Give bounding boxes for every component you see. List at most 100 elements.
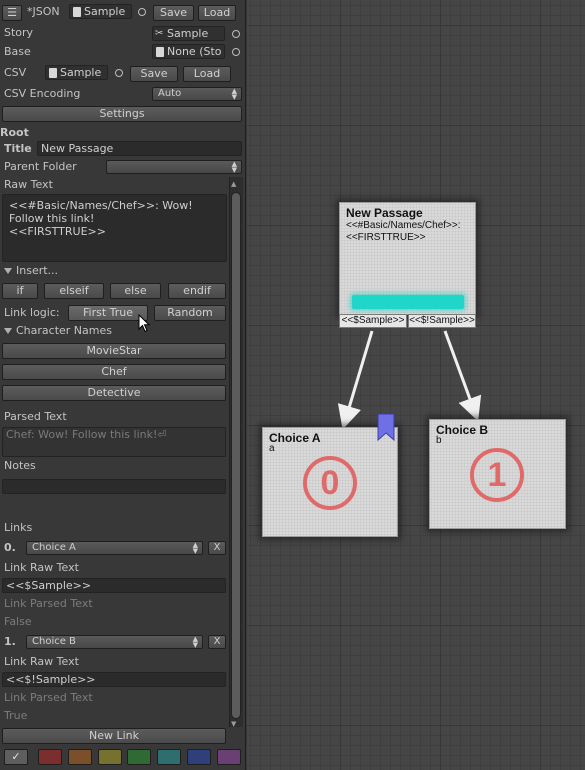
title-label: Title xyxy=(4,142,32,155)
passage-progress-bar xyxy=(352,295,464,309)
csv-object-field[interactable]: Sample xyxy=(45,65,108,80)
parent-folder-dropdown[interactable]: ▲ ▼ xyxy=(106,160,242,174)
scroll-down-icon[interactable]: ▼ xyxy=(231,720,236,728)
insert-label: Insert... xyxy=(16,264,59,277)
base-label: Base xyxy=(4,45,31,58)
insert-if-button[interactable]: if xyxy=(2,283,38,299)
character-names-label: Character Names xyxy=(16,324,112,337)
link-index: 1. xyxy=(4,635,16,648)
link-logic-first-true-button[interactable]: First True xyxy=(68,305,148,321)
csv-load-button[interactable]: Load xyxy=(183,66,231,82)
story-picker-icon[interactable] xyxy=(232,30,240,38)
link-arrow-b xyxy=(443,330,482,422)
csv-object-value: Sample xyxy=(60,66,102,79)
passage-node-title: New Passage xyxy=(346,206,423,220)
json-object-field[interactable]: Sample xyxy=(69,4,132,19)
scissors-icon: ✂ xyxy=(155,28,164,39)
link-1-target-dropdown[interactable]: Choice B ▲ ▼ xyxy=(26,635,203,649)
insert-foldout[interactable]: Insert... xyxy=(4,264,58,277)
csv-encoding-label: CSV Encoding xyxy=(4,87,81,100)
passage-link-a[interactable]: <<$Sample>> xyxy=(339,314,407,328)
json-save-button[interactable]: Save xyxy=(153,5,194,21)
check-icon: ✓ xyxy=(11,750,21,763)
csv-encoding-dropdown[interactable]: Auto ▲ ▼ xyxy=(152,87,242,101)
raw-text-line: <<#Basic/Names/Chef>>: Wow! xyxy=(9,199,193,212)
updown-arrow-icon: ▲ ▼ xyxy=(231,160,237,174)
document-icon xyxy=(73,7,81,17)
notes-label: Notes xyxy=(4,459,36,472)
insert-endif-button[interactable]: endif xyxy=(168,283,226,299)
color-swatch-red[interactable] xyxy=(38,749,62,765)
link-logic-random-button[interactable]: Random xyxy=(154,305,226,321)
choice-b-index-badge: 1 xyxy=(470,448,524,502)
menu-button[interactable]: ☰ xyxy=(2,5,22,21)
link-0-raw-text-label: Link Raw Text xyxy=(4,561,79,574)
choice-a-index-badge: 0 xyxy=(303,456,357,510)
scrollbar-thumb[interactable] xyxy=(231,192,241,719)
story-field[interactable]: ✂ Sample xyxy=(152,26,225,41)
base-picker-icon[interactable] xyxy=(232,48,240,56)
link-1-remove-button[interactable]: X xyxy=(208,635,226,649)
choice-a-node[interactable]: Choice A a 0 xyxy=(262,414,398,537)
foldout-arrow-icon xyxy=(4,268,12,274)
root-label: Root xyxy=(0,126,29,139)
link-0-target-dropdown[interactable]: Choice A ▲ ▼ xyxy=(26,541,203,555)
updown-arrow-icon: ▲ ▼ xyxy=(192,635,198,649)
csv-picker-icon[interactable] xyxy=(115,69,123,77)
color-swatch-orange[interactable] xyxy=(68,749,92,765)
color-swatch-yellow[interactable] xyxy=(98,749,122,765)
raw-text-label: Raw Text xyxy=(4,178,53,191)
csv-save-button[interactable]: Save xyxy=(130,66,178,82)
choice-a-title: Choice A xyxy=(269,431,321,445)
new-link-button[interactable]: New Link xyxy=(2,728,226,744)
color-swatch-green[interactable] xyxy=(127,749,151,765)
choice-a-subtitle: a xyxy=(269,443,275,454)
choice-b-node[interactable]: Choice B b 1 xyxy=(429,419,566,529)
story-label: Story xyxy=(4,26,34,39)
title-input[interactable]: New Passage xyxy=(37,141,242,156)
passage-node[interactable]: New Passage <<#Basic/Names/Chef>>: <<FIR… xyxy=(339,202,476,315)
base-field[interactable]: None (Sto xyxy=(152,44,225,59)
link-arrow-a xyxy=(337,330,374,430)
choice-b-subtitle: b xyxy=(436,435,442,446)
raw-text-area[interactable]: <<#Basic/Names/Chef>>: Wow! Follow this … xyxy=(2,194,227,262)
mouse-cursor-icon xyxy=(138,314,151,333)
json-load-button[interactable]: Load xyxy=(198,5,236,21)
character-moviestar-button[interactable]: MovieStar xyxy=(2,343,226,359)
foldout-arrow-icon xyxy=(4,328,12,334)
passage-link-b[interactable]: <<$!Sample>> xyxy=(408,314,476,328)
settings-button[interactable]: Settings xyxy=(2,106,242,122)
link-0-parsed-text-label: Link Parsed Text xyxy=(4,597,93,610)
link-0-remove-button[interactable]: X xyxy=(208,541,226,555)
link-index: 0. xyxy=(4,541,16,554)
updown-arrow-icon: ▲ ▼ xyxy=(192,541,198,555)
insert-else-button[interactable]: else xyxy=(110,283,161,299)
color-swatch-default[interactable]: ✓ xyxy=(4,749,28,765)
scroll-up-icon[interactable]: ▲ xyxy=(231,180,236,188)
insert-elseif-button[interactable]: elseif xyxy=(44,283,104,299)
color-swatch-purple[interactable] xyxy=(217,749,241,765)
passage-node-line: <<FIRSTTRUE>> xyxy=(346,232,426,243)
parsed-text-label: Parsed Text xyxy=(4,410,67,423)
links-label: Links xyxy=(4,521,33,534)
link-1-parsed-text-label: Link Parsed Text xyxy=(4,691,93,704)
link-0-raw-text-input[interactable]: <<$Sample>> xyxy=(2,578,226,593)
link-1-target-value: Choice B xyxy=(32,636,76,647)
color-swatch-blue[interactable] xyxy=(187,749,211,765)
character-chef-button[interactable]: Chef xyxy=(2,364,226,380)
link-1-raw-text-input[interactable]: <<$!Sample>> xyxy=(2,672,226,687)
character-detective-button[interactable]: Detective xyxy=(2,385,226,401)
document-icon xyxy=(156,47,164,57)
json-object-value: Sample xyxy=(84,5,126,18)
link-1-result: True xyxy=(4,709,28,722)
object-picker-icon[interactable] xyxy=(138,8,146,16)
parsed-text-display: Chef: Wow! Follow this link!⏎ xyxy=(2,427,226,457)
choice-b-title: Choice B xyxy=(436,423,489,437)
notes-input[interactable] xyxy=(2,479,226,494)
csv-label: CSV xyxy=(4,66,27,79)
json-label: *JSON xyxy=(27,5,60,18)
color-swatch-teal[interactable] xyxy=(157,749,181,765)
graph-canvas[interactable]: New Passage <<#Basic/Names/Chef>>: <<FIR… xyxy=(247,0,585,770)
passage-node-line: <<#Basic/Names/Chef>>: xyxy=(346,220,461,231)
character-names-foldout[interactable]: Character Names xyxy=(4,324,112,337)
